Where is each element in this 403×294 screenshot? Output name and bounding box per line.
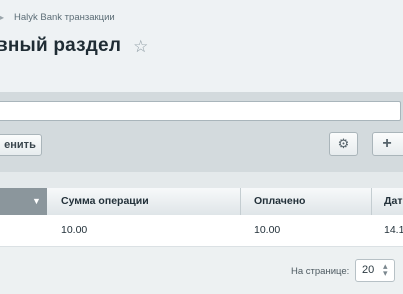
- page-title: вный раздел: [0, 35, 122, 56]
- dropdown-arrow-icon[interactable]: ▼: [32, 196, 41, 206]
- settings-button[interactable]: ⚙: [329, 132, 358, 156]
- plus-icon: +: [382, 135, 392, 152]
- table-row[interactable]: 10.00 10.00 14.1: [0, 215, 403, 247]
- per-page-select[interactable]: 20 ▴ ▾: [355, 259, 395, 282]
- cell-paid: 10.00: [254, 224, 281, 236]
- column-divider[interactable]: [371, 188, 372, 215]
- column-header-paid[interactable]: Оплачено: [254, 188, 305, 215]
- add-button[interactable]: +: [372, 132, 403, 156]
- column-menu-header[interactable]: ▼: [0, 188, 47, 215]
- breadcrumb-arrow-icon: ▸: [0, 12, 5, 22]
- up-down-chevron-icon: ▴ ▾: [383, 261, 388, 278]
- column-header-date[interactable]: Дат: [384, 188, 402, 215]
- gear-icon: ⚙: [337, 136, 350, 151]
- apply-button[interactable]: енить: [0, 134, 42, 156]
- search-input[interactable]: [0, 101, 401, 121]
- breadcrumb: ▸ Halyk Bank транзакции: [0, 10, 115, 24]
- table-header: ▼ Сумма операции Оплачено Дат: [0, 188, 403, 216]
- page-header: ▸ Halyk Bank транзакции вный раздел ☆: [0, 0, 403, 92]
- favorite-star-icon[interactable]: ☆: [133, 38, 148, 55]
- per-page-value: 20: [362, 264, 375, 276]
- table-footer: На странице: 20 ▴ ▾: [0, 247, 403, 294]
- column-header-amount[interactable]: Сумма операции: [61, 188, 149, 215]
- cell-amount: 10.00: [61, 224, 88, 236]
- per-page-label: На странице:: [291, 266, 350, 277]
- breadcrumb-link[interactable]: Halyk Bank транзакции: [14, 12, 115, 23]
- cell-date: 14.1: [384, 224, 403, 236]
- column-divider[interactable]: [240, 188, 241, 215]
